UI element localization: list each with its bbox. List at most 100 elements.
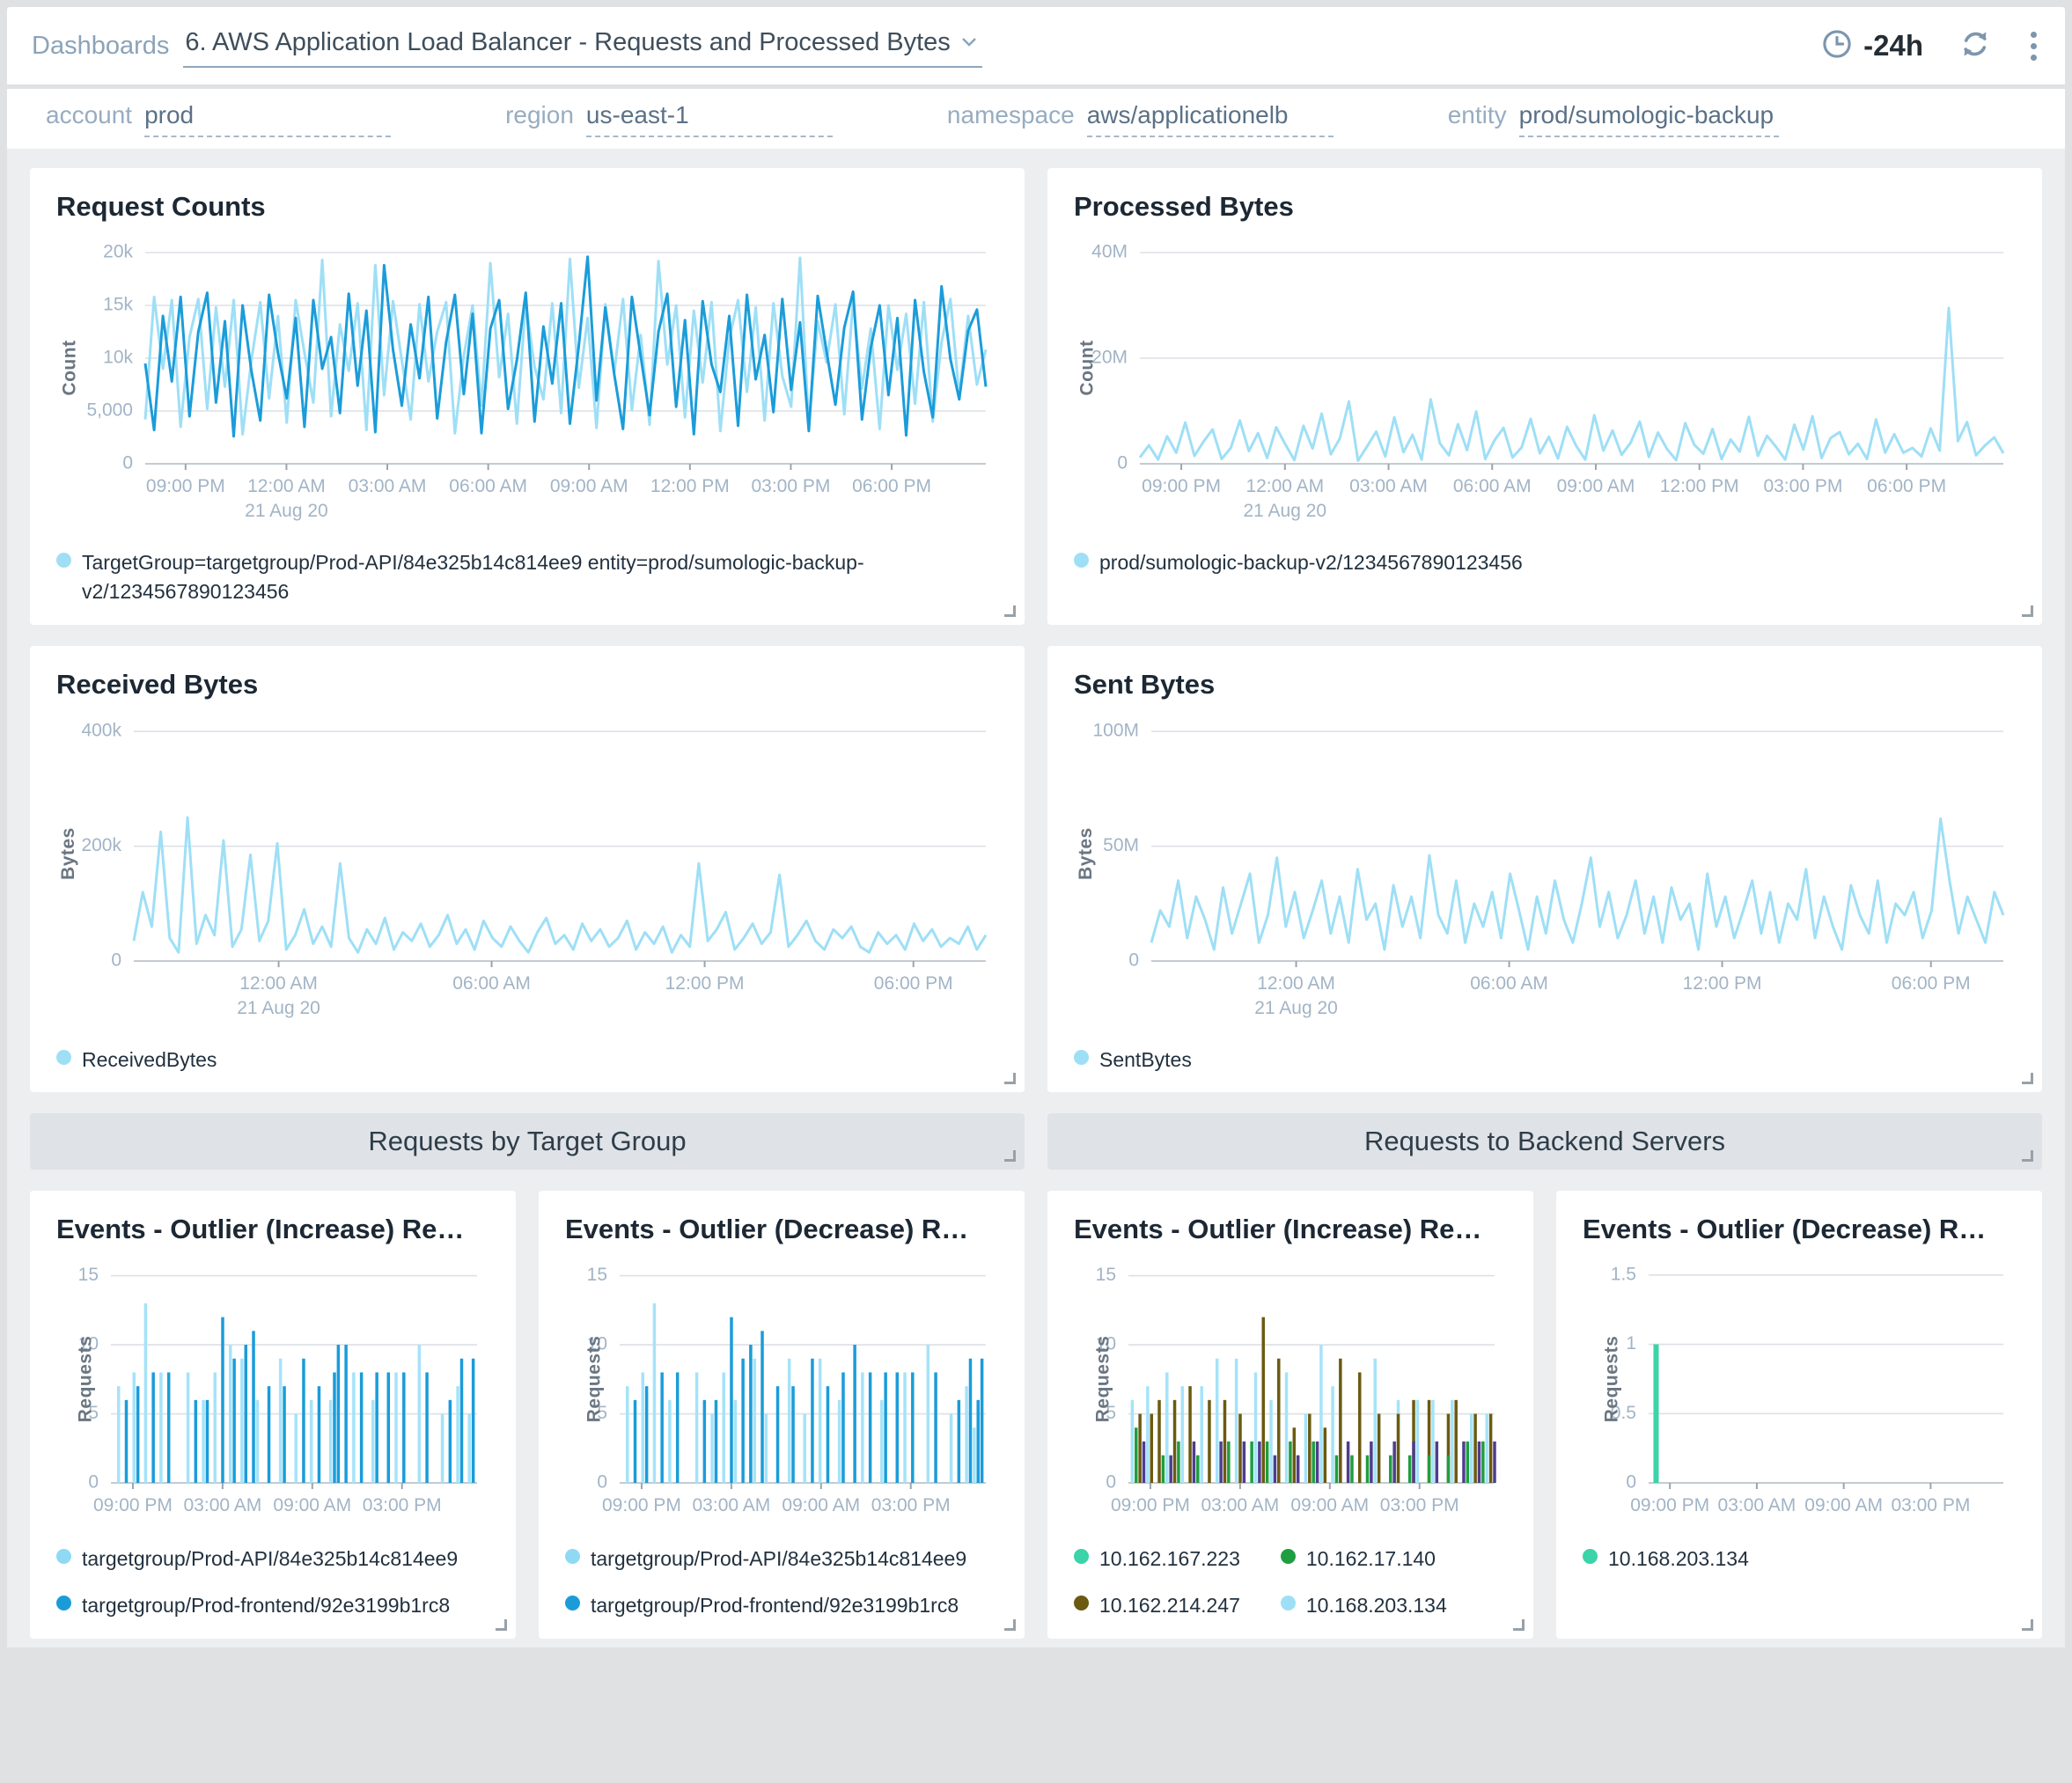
filter-entity[interactable]: entity prod/sumologic-backup <box>1448 101 1779 137</box>
chart-legend: targetgroup/Prod-API/84e325b14c814ee9 tar… <box>56 1545 489 1621</box>
svg-text:03:00 PM: 03:00 PM <box>363 1495 442 1515</box>
svg-text:0: 0 <box>122 453 133 473</box>
panel-title: Received Bytes <box>56 669 998 701</box>
y-axis-label: Count <box>1077 340 1098 395</box>
filter-label: account <box>46 101 132 129</box>
legend-item[interactable]: targetgroup/Prod-API/84e325b14c814ee9 <box>56 1545 489 1574</box>
svg-text:09:00 PM: 09:00 PM <box>1142 476 1221 496</box>
svg-text:1: 1 <box>1626 1333 1636 1354</box>
legend-item[interactable]: TargetGroup=targetgroup/Prod-API/84e325b… <box>56 548 998 607</box>
panel-outlier-increase-backend: Events - Outlier (Increase) Re… Requests… <box>1047 1191 1533 1639</box>
legend-item[interactable]: targetgroup/Prod-frontend/92e3199b1rc8 <box>565 1591 998 1620</box>
svg-text:09:00 PM: 09:00 PM <box>93 1495 173 1515</box>
panel-title: Request Counts <box>56 191 998 223</box>
filter-region[interactable]: region us-east-1 <box>505 101 833 137</box>
outlier-decrease-tg-chart[interactable]: 15105009:00 PM03:00 AM09:00 AM03:00 PM <box>565 1258 998 1522</box>
svg-text:0: 0 <box>1106 1472 1116 1493</box>
filter-namespace[interactable]: namespace aws/applicationelb <box>947 101 1334 137</box>
resize-handle[interactable] <box>1004 1150 1016 1162</box>
outlier-increase-backend-chart[interactable]: 15105009:00 PM03:00 AM09:00 AM03:00 PM <box>1074 1258 1507 1522</box>
filter-value-input[interactable]: prod <box>144 101 391 137</box>
outlier-increase-tg-chart[interactable]: 15105009:00 PM03:00 AM09:00 AM03:00 PM <box>56 1258 489 1522</box>
resize-handle[interactable] <box>1004 1619 1016 1631</box>
chart-legend: ReceivedBytes <box>56 1046 998 1075</box>
legend-item[interactable]: 10.168.203.134 <box>1281 1591 1447 1620</box>
legend-item[interactable]: 10.162.214.247 <box>1074 1591 1240 1620</box>
resize-handle[interactable] <box>1004 605 1016 617</box>
section-title: Requests by Target Group <box>368 1126 686 1157</box>
legend-item[interactable]: 10.162.17.140 <box>1281 1545 1447 1574</box>
legend-dot-icon <box>1074 1596 1089 1611</box>
svg-text:09:00 PM: 09:00 PM <box>1630 1495 1709 1515</box>
outlier-decrease-backend-chart[interactable]: 1.510.5009:00 PM03:00 AM09:00 AM03:00 PM <box>1583 1258 2016 1522</box>
legend-label: targetgroup/Prod-frontend/92e3199b1rc8 <box>591 1591 959 1620</box>
resize-handle[interactable] <box>2022 1150 2033 1162</box>
legend-label: 10.162.17.140 <box>1306 1545 1436 1574</box>
filter-value-input[interactable]: aws/applicationelb <box>1087 101 1334 137</box>
legend-label: TargetGroup=targetgroup/Prod-API/84e325b… <box>82 548 998 607</box>
svg-text:15k: 15k <box>103 295 133 315</box>
svg-text:0: 0 <box>1626 1472 1636 1493</box>
svg-text:06:00 PM: 06:00 PM <box>1892 973 1971 994</box>
svg-text:03:00 AM: 03:00 AM <box>1201 1495 1280 1515</box>
svg-text:06:00 PM: 06:00 PM <box>852 476 931 496</box>
resize-handle[interactable] <box>2022 1073 2033 1084</box>
resize-handle[interactable] <box>1004 1073 1016 1084</box>
sent-bytes-chart[interactable]: 100M50M012:00 AM06:00 AM12:00 PM06:00 PM… <box>1074 713 2016 1023</box>
legend-label: 10.168.203.134 <box>1306 1591 1447 1620</box>
svg-text:21 Aug 20: 21 Aug 20 <box>245 501 328 521</box>
panel-request-counts: Request Counts Count 20k15k10k5,000009:0… <box>30 168 1025 625</box>
legend-dot-icon <box>1281 1596 1296 1611</box>
y-axis-label: Requests <box>584 1336 605 1423</box>
legend-item[interactable]: prod/sumologic-backup-v2/123456789012345… <box>1074 548 2016 577</box>
legend-label: 10.168.203.134 <box>1608 1545 1749 1574</box>
legend-item[interactable]: 10.168.203.134 <box>1583 1545 2016 1574</box>
legend-item[interactable]: targetgroup/Prod-frontend/92e3199b1rc8 <box>56 1591 489 1620</box>
resize-handle[interactable] <box>2022 605 2033 617</box>
svg-text:06:00 AM: 06:00 AM <box>452 973 531 994</box>
svg-text:12:00 PM: 12:00 PM <box>1683 973 1762 994</box>
svg-text:0: 0 <box>1128 950 1139 970</box>
chart-legend: prod/sumologic-backup-v2/123456789012345… <box>1074 548 2016 577</box>
svg-text:03:00 PM: 03:00 PM <box>1763 476 1842 496</box>
filter-value-input[interactable]: us-east-1 <box>586 101 833 137</box>
panel-sent-bytes: Sent Bytes Bytes 100M50M012:00 AM06:00 A… <box>1047 646 2042 1092</box>
dashboard-title-dropdown[interactable]: 6. AWS Application Load Balancer - Reque… <box>183 25 981 68</box>
svg-text:09:00 PM: 09:00 PM <box>146 476 225 496</box>
svg-text:03:00 AM: 03:00 AM <box>1718 1495 1796 1515</box>
kebab-menu-icon[interactable] <box>2027 28 2040 64</box>
legend-dot-icon <box>1074 1050 1089 1065</box>
resize-handle[interactable] <box>1513 1619 1525 1631</box>
svg-text:400k: 400k <box>81 720 121 740</box>
panel-title: Events - Outlier (Decrease) R… <box>565 1214 998 1245</box>
received-bytes-chart[interactable]: 400k200k012:00 AM06:00 AM12:00 PM06:00 P… <box>56 713 998 1023</box>
filter-account[interactable]: account prod <box>46 101 391 137</box>
resize-handle[interactable] <box>496 1619 507 1631</box>
svg-text:5,000: 5,000 <box>86 400 133 421</box>
request-counts-chart[interactable]: 20k15k10k5,000009:00 PM12:00 AM03:00 AM0… <box>56 235 998 525</box>
legend-item[interactable]: targetgroup/Prod-API/84e325b14c814ee9 <box>565 1545 998 1574</box>
svg-text:06:00 PM: 06:00 PM <box>874 973 953 994</box>
panel-outlier-increase-tg: Events - Outlier (Increase) Re… Requests… <box>30 1191 516 1639</box>
svg-text:09:00 AM: 09:00 AM <box>1557 476 1635 496</box>
legend-item[interactable]: SentBytes <box>1074 1046 2016 1075</box>
filter-value-input[interactable]: prod/sumologic-backup <box>1519 101 1780 137</box>
top-bar: Dashboards 6. AWS Application Load Balan… <box>7 7 2065 84</box>
panel-title: Sent Bytes <box>1074 669 2016 701</box>
time-range-control[interactable]: -24h <box>1821 28 1923 64</box>
chevron-down-icon <box>961 37 977 48</box>
svg-text:03:00 PM: 03:00 PM <box>871 1495 951 1515</box>
processed-bytes-chart[interactable]: 40M20M009:00 PM12:00 AM03:00 AM06:00 AM0… <box>1074 235 2016 525</box>
legend-item[interactable]: ReceivedBytes <box>56 1046 998 1075</box>
time-range-value: -24h <box>1863 29 1923 62</box>
svg-text:50M: 50M <box>1103 835 1139 855</box>
y-axis-label: Bytes <box>1076 827 1097 880</box>
svg-text:10k: 10k <box>103 348 133 368</box>
refresh-button[interactable] <box>1958 27 1992 65</box>
filter-bar: account prod region us-east-1 namespace … <box>7 89 2065 149</box>
breadcrumb[interactable]: Dashboards <box>32 32 169 61</box>
legend-item[interactable]: 10.162.167.223 <box>1074 1545 1240 1574</box>
svg-text:06:00 AM: 06:00 AM <box>1453 476 1532 496</box>
legend-dot-icon <box>56 1050 71 1065</box>
resize-handle[interactable] <box>2022 1619 2033 1631</box>
